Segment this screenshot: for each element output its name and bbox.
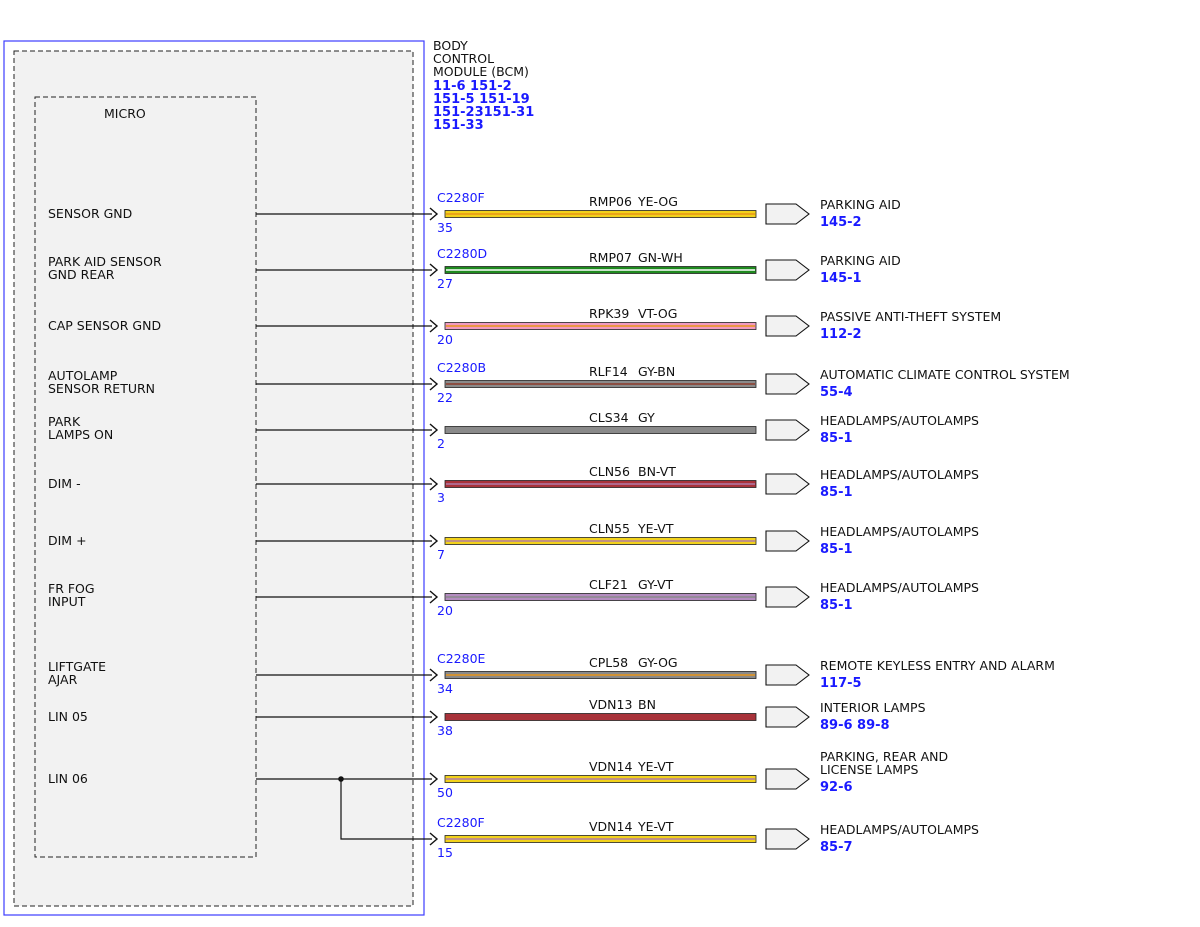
destination-ref[interactable]: 85-1 bbox=[820, 431, 853, 446]
pin-number: 15 bbox=[437, 845, 453, 860]
pin-number: 3 bbox=[437, 490, 445, 505]
pin-label: LIN 06 bbox=[48, 771, 88, 786]
circuit-id: RPK39 bbox=[589, 306, 629, 321]
destination-arrow-icon bbox=[765, 586, 810, 608]
pin-label: AJAR bbox=[48, 672, 78, 687]
micro-label: MICRO bbox=[104, 106, 146, 121]
connector-id: C2280F bbox=[437, 190, 485, 205]
destination-label: PARKING AID bbox=[820, 253, 901, 268]
module-title: BODY CONTROL MODULE (BCM) bbox=[433, 38, 529, 79]
wire-color-code: BN-VT bbox=[638, 464, 676, 479]
destination-arrow-icon bbox=[765, 706, 810, 728]
destination-ref[interactable]: 112-2 bbox=[820, 327, 862, 342]
pin-number: 22 bbox=[437, 390, 453, 405]
pin-number: 35 bbox=[437, 220, 453, 235]
wire-color-code: GY-BN bbox=[638, 364, 675, 379]
destination-arrow-icon bbox=[765, 828, 810, 850]
circuit-id: CLN55 bbox=[589, 521, 630, 536]
pin-number: 20 bbox=[437, 603, 453, 618]
wire-color-code: GY-OG bbox=[638, 655, 678, 670]
wire-color-code: GN-WH bbox=[638, 250, 683, 265]
destination-label: AUTOMATIC CLIMATE CONTROL SYSTEM bbox=[820, 367, 1070, 382]
destination-ref[interactable]: 92-6 bbox=[820, 780, 853, 795]
wire-color-code: GY-VT bbox=[638, 577, 674, 592]
pin-number: 20 bbox=[437, 332, 453, 347]
destination-arrow-icon bbox=[765, 530, 810, 552]
circuit-id: VDN14 bbox=[589, 819, 632, 834]
wire-color-code: YE-VT bbox=[637, 759, 674, 774]
circuit-id: CPL58 bbox=[589, 655, 628, 670]
destination-label: REMOTE KEYLESS ENTRY AND ALARM bbox=[820, 658, 1055, 673]
wiring-diagram: MICRO BODY CONTROL MODULE (BCM) 11-6 151… bbox=[3, 38, 1070, 916]
pin-label: LAMPS ON bbox=[48, 427, 113, 442]
pin-number: 27 bbox=[437, 276, 453, 291]
module-refs[interactable]: 11-6 151-2 151-5 151-19 151-23151-31 151… bbox=[433, 79, 534, 133]
connector-id: C2280E bbox=[437, 651, 486, 666]
pin-number: 2 bbox=[437, 436, 445, 451]
destination-ref[interactable]: 85-1 bbox=[820, 542, 853, 557]
pin-label: SENSOR RETURN bbox=[48, 381, 155, 396]
circuit-id: CLS34 bbox=[589, 410, 629, 425]
destination-label: HEADLAMPS/AUTOLAMPS bbox=[820, 467, 979, 482]
svg-text:MODULE (BCM): MODULE (BCM) bbox=[433, 64, 529, 79]
destination-label: HEADLAMPS/AUTOLAMPS bbox=[820, 413, 979, 428]
destination-arrow-icon bbox=[765, 373, 810, 395]
destination-label: LICENSE LAMPS bbox=[820, 762, 919, 777]
pin-number: 34 bbox=[437, 681, 453, 696]
destination-ref[interactable]: 89-6 89-8 bbox=[820, 718, 890, 733]
pin-label: CAP SENSOR GND bbox=[48, 318, 161, 333]
pin-number: 38 bbox=[437, 723, 453, 738]
destination-arrow-icon bbox=[765, 259, 810, 281]
destination-ref[interactable]: 85-1 bbox=[820, 598, 853, 613]
pin-label: SENSOR GND bbox=[48, 206, 132, 221]
pin-label: GND REAR bbox=[48, 267, 115, 282]
destination-arrow-icon bbox=[765, 419, 810, 441]
wire-color-code: YE-OG bbox=[637, 194, 678, 209]
destination-arrow-icon bbox=[765, 315, 810, 337]
destination-label: HEADLAMPS/AUTOLAMPS bbox=[820, 580, 979, 595]
pin-label: DIM - bbox=[48, 476, 81, 491]
circuit-id: RMP06 bbox=[589, 194, 632, 209]
pin-number: 50 bbox=[437, 785, 453, 800]
wire-color-code: GY bbox=[638, 410, 655, 425]
circuit-id: VDN14 bbox=[589, 759, 632, 774]
destination-label: INTERIOR LAMPS bbox=[820, 700, 926, 715]
circuit-id: RLF14 bbox=[589, 364, 628, 379]
connector-id: C2280B bbox=[437, 360, 486, 375]
connector-id: C2280F bbox=[437, 815, 485, 830]
svg-text:151-33[interactable]: 151-33 bbox=[433, 118, 484, 133]
destination-ref[interactable]: 85-1 bbox=[820, 485, 853, 500]
circuit-id: CLN56 bbox=[589, 464, 630, 479]
wire-color-code: YE-VT bbox=[637, 819, 674, 834]
circuit-id: RMP07 bbox=[589, 250, 632, 265]
destination-label: PASSIVE ANTI-THEFT SYSTEM bbox=[820, 309, 1001, 324]
destination-arrow-icon bbox=[765, 203, 810, 225]
destination-ref[interactable]: 117-5 bbox=[820, 676, 862, 691]
destination-label: PARKING AID bbox=[820, 197, 901, 212]
wire-color-code: YE-VT bbox=[637, 521, 674, 536]
destination-arrow-icon bbox=[765, 473, 810, 495]
destination-ref[interactable]: 85-7 bbox=[820, 840, 853, 855]
destination-label: HEADLAMPS/AUTOLAMPS bbox=[820, 822, 979, 837]
wire-color-code: BN bbox=[638, 697, 656, 712]
destination-arrow-icon bbox=[765, 768, 810, 790]
pin-label: LIN 05 bbox=[48, 709, 88, 724]
destination-ref[interactable]: 145-1 bbox=[820, 271, 862, 286]
destination-ref[interactable]: 145-2 bbox=[820, 215, 862, 230]
destination-arrow-icon bbox=[765, 664, 810, 686]
destination-ref[interactable]: 55-4 bbox=[820, 385, 853, 400]
destination-label: HEADLAMPS/AUTOLAMPS bbox=[820, 524, 979, 539]
connector-id: C2280D bbox=[437, 246, 487, 261]
circuit-id: VDN13 bbox=[589, 697, 632, 712]
pin-number: 7 bbox=[437, 547, 445, 562]
pin-label: DIM + bbox=[48, 533, 87, 548]
circuit-id: CLF21 bbox=[589, 577, 628, 592]
pin-label: INPUT bbox=[48, 594, 86, 609]
wire-color-code: VT-OG bbox=[638, 306, 677, 321]
